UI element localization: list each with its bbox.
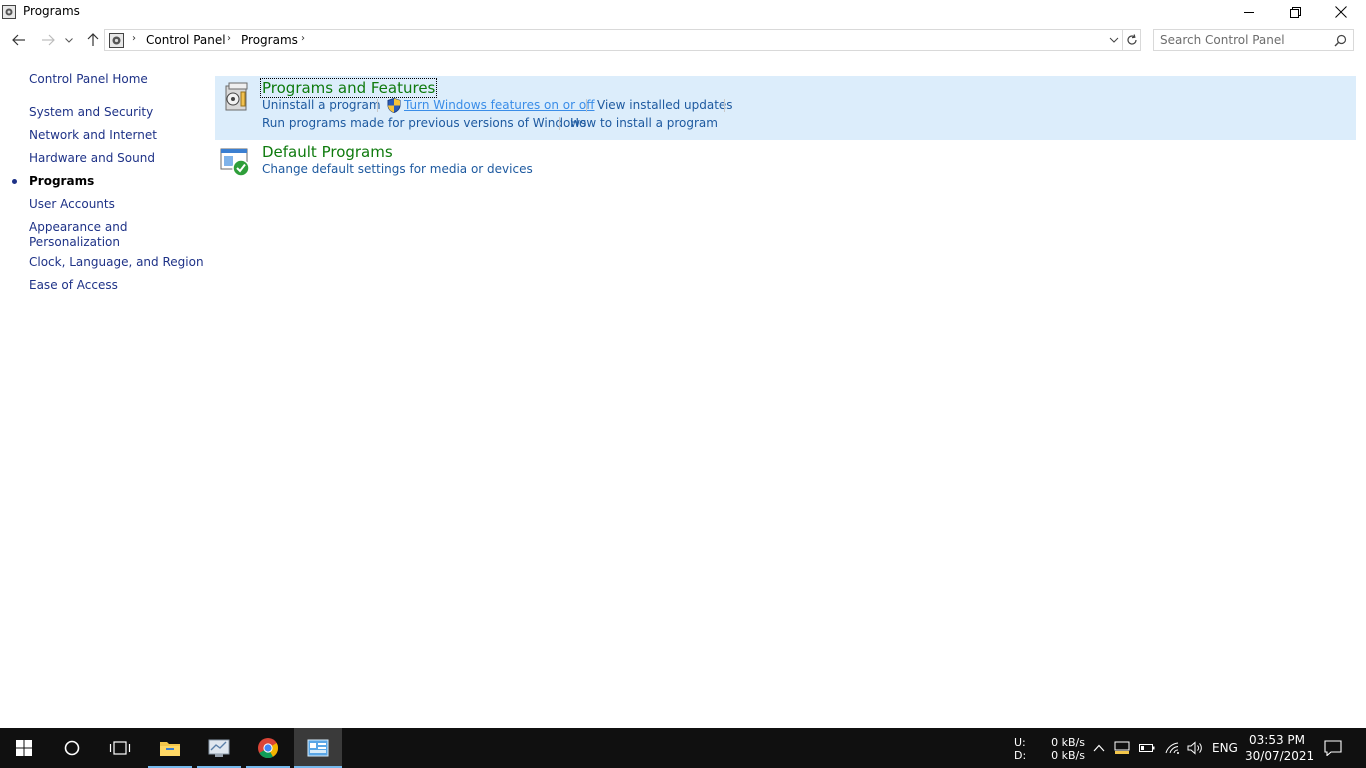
control-panel-icon — [109, 33, 124, 48]
link-separator — [559, 117, 560, 130]
sidebar-item-ease-of-access[interactable]: Ease of Access — [29, 278, 118, 293]
sidebar-item-system-and-security[interactable]: System and Security — [29, 105, 153, 120]
sidebar-item-programs: Programs — [29, 174, 95, 188]
windows-logo-icon — [16, 740, 32, 756]
clock-date[interactable]: 30/07/2021 — [1245, 749, 1314, 763]
speaker-icon — [1187, 741, 1202, 755]
default-programs-icon[interactable] — [220, 145, 252, 177]
clock-time[interactable]: 03:53 PM — [1245, 733, 1309, 747]
breadcrumb-separator[interactable]: › — [227, 33, 231, 44]
control-panel-icon — [307, 739, 329, 757]
breadcrumb-control-panel[interactable]: Control Panel — [146, 33, 226, 47]
programs-and-features-icon[interactable] — [220, 80, 252, 112]
search-input[interactable] — [1160, 32, 1330, 48]
current-item-bullet — [12, 179, 17, 184]
breadcrumb-separator[interactable]: › — [132, 33, 136, 44]
up-button[interactable] — [83, 30, 103, 50]
restore-button[interactable] — [1272, 0, 1318, 24]
sidebar-item-appearance-and-personalization[interactable]: Appearance and — [29, 220, 127, 235]
net-download-value: 0 kB/s — [1051, 749, 1085, 762]
sidebar-item-clock-language-region[interactable]: Clock, Language, and Region — [29, 255, 204, 270]
uac-shield-icon — [387, 98, 401, 113]
task-view-button[interactable] — [96, 728, 144, 768]
back-button[interactable] — [9, 30, 29, 50]
programs-and-features-link[interactable]: Programs and Features — [259, 78, 438, 98]
taskbar-control-panel[interactable] — [294, 728, 342, 768]
arrow-right-icon — [42, 34, 55, 46]
chevron-down-icon — [65, 37, 73, 43]
title-bar: Programs — [0, 0, 1366, 24]
change-default-settings-link[interactable]: Change default settings for media or dev… — [262, 162, 533, 177]
input-language-indicator[interactable]: ENG — [1212, 741, 1238, 755]
taskbar: U: D: 0 kB/s 0 kB/s ENG 03:53 PM 30/07/2… — [0, 728, 1366, 768]
sidebar-item-hardware-and-sound[interactable]: Hardware and Sound — [29, 151, 155, 166]
network-button[interactable] — [1162, 728, 1184, 768]
taskbar-app-2[interactable] — [197, 728, 241, 768]
control-panel-icon — [2, 5, 16, 19]
net-upload-value: 0 kB/s — [1051, 736, 1085, 749]
how-to-install-a-program-link[interactable]: How to install a program — [570, 116, 718, 131]
start-button[interactable] — [0, 728, 48, 768]
view-installed-updates-link[interactable]: View installed updates — [597, 98, 733, 113]
sidebar-item-appearance-and-personalization-line2[interactable]: Personalization — [29, 235, 120, 250]
arrow-up-icon — [87, 33, 99, 46]
battery-button[interactable] — [1137, 728, 1157, 768]
recent-locations-button[interactable] — [62, 30, 76, 50]
tray-app-icon[interactable] — [1112, 728, 1132, 768]
refresh-button[interactable] — [1123, 29, 1141, 51]
sidebar-item-user-accounts[interactable]: User Accounts — [29, 197, 115, 212]
battery-icon — [1139, 744, 1155, 752]
address-bar[interactable]: › Control Panel › Programs › — [104, 29, 1123, 51]
uninstall-a-program-link[interactable]: Uninstall a program — [262, 98, 381, 113]
task-view-icon — [109, 741, 131, 755]
link-separator — [724, 99, 725, 112]
link-separator — [377, 99, 378, 112]
close-icon — [1335, 6, 1347, 18]
volume-button[interactable] — [1184, 728, 1206, 768]
monitor-app-icon — [208, 739, 230, 757]
window-title: Programs — [23, 4, 80, 18]
cortana-search-button[interactable] — [48, 728, 96, 768]
close-button[interactable] — [1318, 0, 1364, 24]
net-upload-label: U: — [1014, 736, 1026, 749]
notification-icon — [1324, 740, 1342, 756]
restore-icon — [1289, 6, 1301, 18]
default-programs-link[interactable]: Default Programs — [262, 143, 393, 161]
chevron-up-icon — [1093, 744, 1105, 752]
run-programs-previous-versions-link[interactable]: Run programs made for previous versions … — [262, 116, 586, 131]
breadcrumb-programs[interactable]: Programs — [241, 33, 298, 47]
net-download-label: D: — [1014, 749, 1027, 762]
arrow-left-icon — [12, 34, 25, 46]
forward-button[interactable] — [38, 30, 58, 50]
show-hidden-icons-button[interactable] — [1090, 728, 1108, 768]
taskbar-file-explorer[interactable] — [148, 728, 192, 768]
minimize-button[interactable] — [1226, 0, 1272, 24]
cortana-circle-icon — [64, 740, 80, 756]
link-separator — [586, 99, 587, 112]
sidebar-item-control-panel-home[interactable]: Control Panel Home — [29, 72, 148, 87]
wifi-icon — [1165, 742, 1179, 754]
turn-windows-features-link[interactable]: Turn Windows features on or off — [404, 98, 595, 113]
folder-icon — [160, 742, 180, 756]
keyboard-indicator-icon — [1114, 741, 1130, 754]
action-center-button[interactable] — [1318, 728, 1348, 768]
taskbar-chrome[interactable] — [246, 728, 290, 768]
sidebar-item-network-and-internet[interactable]: Network and Internet — [29, 128, 157, 143]
chrome-icon — [258, 738, 279, 759]
chevron-down-icon[interactable] — [1108, 34, 1120, 46]
search-icon[interactable] — [1334, 34, 1347, 47]
search-box[interactable] — [1153, 29, 1354, 51]
refresh-icon — [1126, 34, 1137, 45]
minimize-icon — [1244, 12, 1254, 13]
breadcrumb-separator[interactable]: › — [301, 33, 305, 44]
